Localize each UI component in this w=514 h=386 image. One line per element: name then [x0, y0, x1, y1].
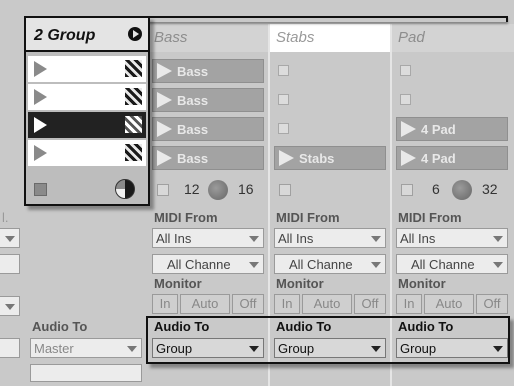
clip-slot[interactable]: 4 Pad: [396, 146, 508, 170]
monitor-auto-button[interactable]: Auto: [424, 294, 474, 314]
monitor-auto-button[interactable]: Auto: [302, 294, 352, 314]
group-audio-to-chooser[interactable]: Master: [30, 338, 142, 358]
stop-counter-left: 12: [184, 181, 200, 197]
truncated-chooser[interactable]: [0, 338, 20, 358]
empty-clip-slot[interactable]: [278, 65, 289, 76]
group-track-title: 2 Group: [34, 27, 96, 44]
audio-to-highlight-frame: [146, 316, 510, 364]
empty-clip-slot[interactable]: [400, 94, 411, 105]
midi-from-chooser[interactable]: All Ins: [396, 228, 508, 248]
group-slot-stripe-icon: [125, 116, 142, 133]
group-audio-to-label: Audio To: [32, 319, 88, 334]
midi-from-label: MIDI From: [276, 210, 340, 225]
empty-clip-slot[interactable]: [278, 94, 289, 105]
group-slot-stripe-icon: [125, 88, 142, 105]
chevron-down-icon: [371, 236, 381, 242]
midi-channel-chooser[interactable]: All Channe: [152, 254, 264, 274]
chevron-down-icon: [5, 304, 15, 310]
empty-clip-slot[interactable]: [278, 123, 289, 134]
chevron-down-icon: [127, 346, 137, 352]
clip-play-icon[interactable]: [157, 63, 172, 79]
group-slot[interactable]: [28, 84, 146, 110]
monitor-label: Monitor: [154, 276, 202, 291]
midi-from-label: MIDI From: [154, 210, 218, 225]
group-slot-play-icon[interactable]: [34, 89, 47, 105]
empty-clip-slot[interactable]: [400, 65, 411, 76]
monitor-in-button[interactable]: In: [396, 294, 422, 314]
chevron-down-icon: [249, 262, 259, 268]
monitor-auto-button[interactable]: Auto: [180, 294, 230, 314]
group-slot[interactable]: [28, 140, 146, 166]
clip-slot[interactable]: 4 Pad: [396, 117, 508, 141]
midi-from-label: MIDI From: [398, 210, 462, 225]
clip-play-icon[interactable]: [401, 150, 416, 166]
chevron-down-icon: [371, 262, 381, 268]
midi-from-chooser[interactable]: All Ins: [152, 228, 264, 248]
truncated-label: l.: [2, 210, 9, 225]
clip-play-icon[interactable]: [157, 92, 172, 108]
midi-from-chooser[interactable]: All Ins: [274, 228, 386, 248]
group-slot-play-icon[interactable]: [34, 145, 47, 161]
chevron-down-icon: [249, 236, 259, 242]
midi-channel-chooser[interactable]: All Channe: [274, 254, 386, 274]
group-slot-play-icon[interactable]: [34, 61, 47, 77]
chevron-down-icon: [493, 262, 503, 268]
truncated-chooser[interactable]: [0, 254, 20, 274]
stop-counter-right: 16: [238, 181, 254, 197]
midi-channel-chooser[interactable]: All Channe: [396, 254, 508, 274]
stop-counter-right: 32: [482, 181, 498, 197]
monitor-in-button[interactable]: In: [152, 294, 178, 314]
group-slot[interactable]: [28, 56, 146, 82]
chevron-down-icon: [5, 236, 15, 242]
fold-arrow-icon[interactable]: [128, 27, 142, 41]
truncated-chooser[interactable]: [0, 228, 20, 248]
clip-slot[interactable]: Bass: [152, 117, 264, 141]
clip-play-icon[interactable]: [157, 150, 172, 166]
clip-slot[interactable]: Bass: [152, 59, 264, 83]
clip-slot[interactable]: Bass: [152, 88, 264, 112]
group-slot-play-icon[interactable]: [34, 117, 47, 133]
clip-progress-icon: [208, 180, 228, 200]
group-stop-button[interactable]: [34, 183, 47, 196]
stop-counter-left: 6: [432, 181, 440, 197]
monitor-in-button[interactable]: In: [274, 294, 300, 314]
clip-play-icon[interactable]: [279, 150, 294, 166]
stop-clips-button[interactable]: [157, 184, 169, 196]
monitor-off-button[interactable]: Off: [232, 294, 264, 314]
clip-play-icon[interactable]: [401, 121, 416, 137]
truncated-chooser[interactable]: [0, 296, 20, 316]
chevron-down-icon: [493, 236, 503, 242]
group-slot-playing[interactable]: [28, 112, 146, 138]
monitor-label: Monitor: [398, 276, 446, 291]
clip-slot[interactable]: Bass: [152, 146, 264, 170]
clip-progress-icon: [452, 180, 472, 200]
clip-play-icon[interactable]: [157, 121, 172, 137]
group-output-channel-chooser[interactable]: [30, 364, 142, 382]
track-title-bass: Bass: [154, 29, 188, 46]
track-title-stabs: Stabs: [276, 29, 315, 46]
stop-clips-button[interactable]: [401, 184, 413, 196]
group-bracket-line: [146, 16, 508, 22]
group-progress-icon: [115, 179, 135, 199]
clip-slot[interactable]: Stabs: [274, 146, 386, 170]
group-slot-stripe-icon: [125, 144, 142, 161]
monitor-label: Monitor: [276, 276, 324, 291]
monitor-off-button[interactable]: Off: [354, 294, 386, 314]
group-slot-stripe-icon: [125, 60, 142, 77]
monitor-off-button[interactable]: Off: [476, 294, 508, 314]
track-title-pad: Pad: [398, 29, 425, 46]
stop-clips-button[interactable]: [279, 184, 291, 196]
